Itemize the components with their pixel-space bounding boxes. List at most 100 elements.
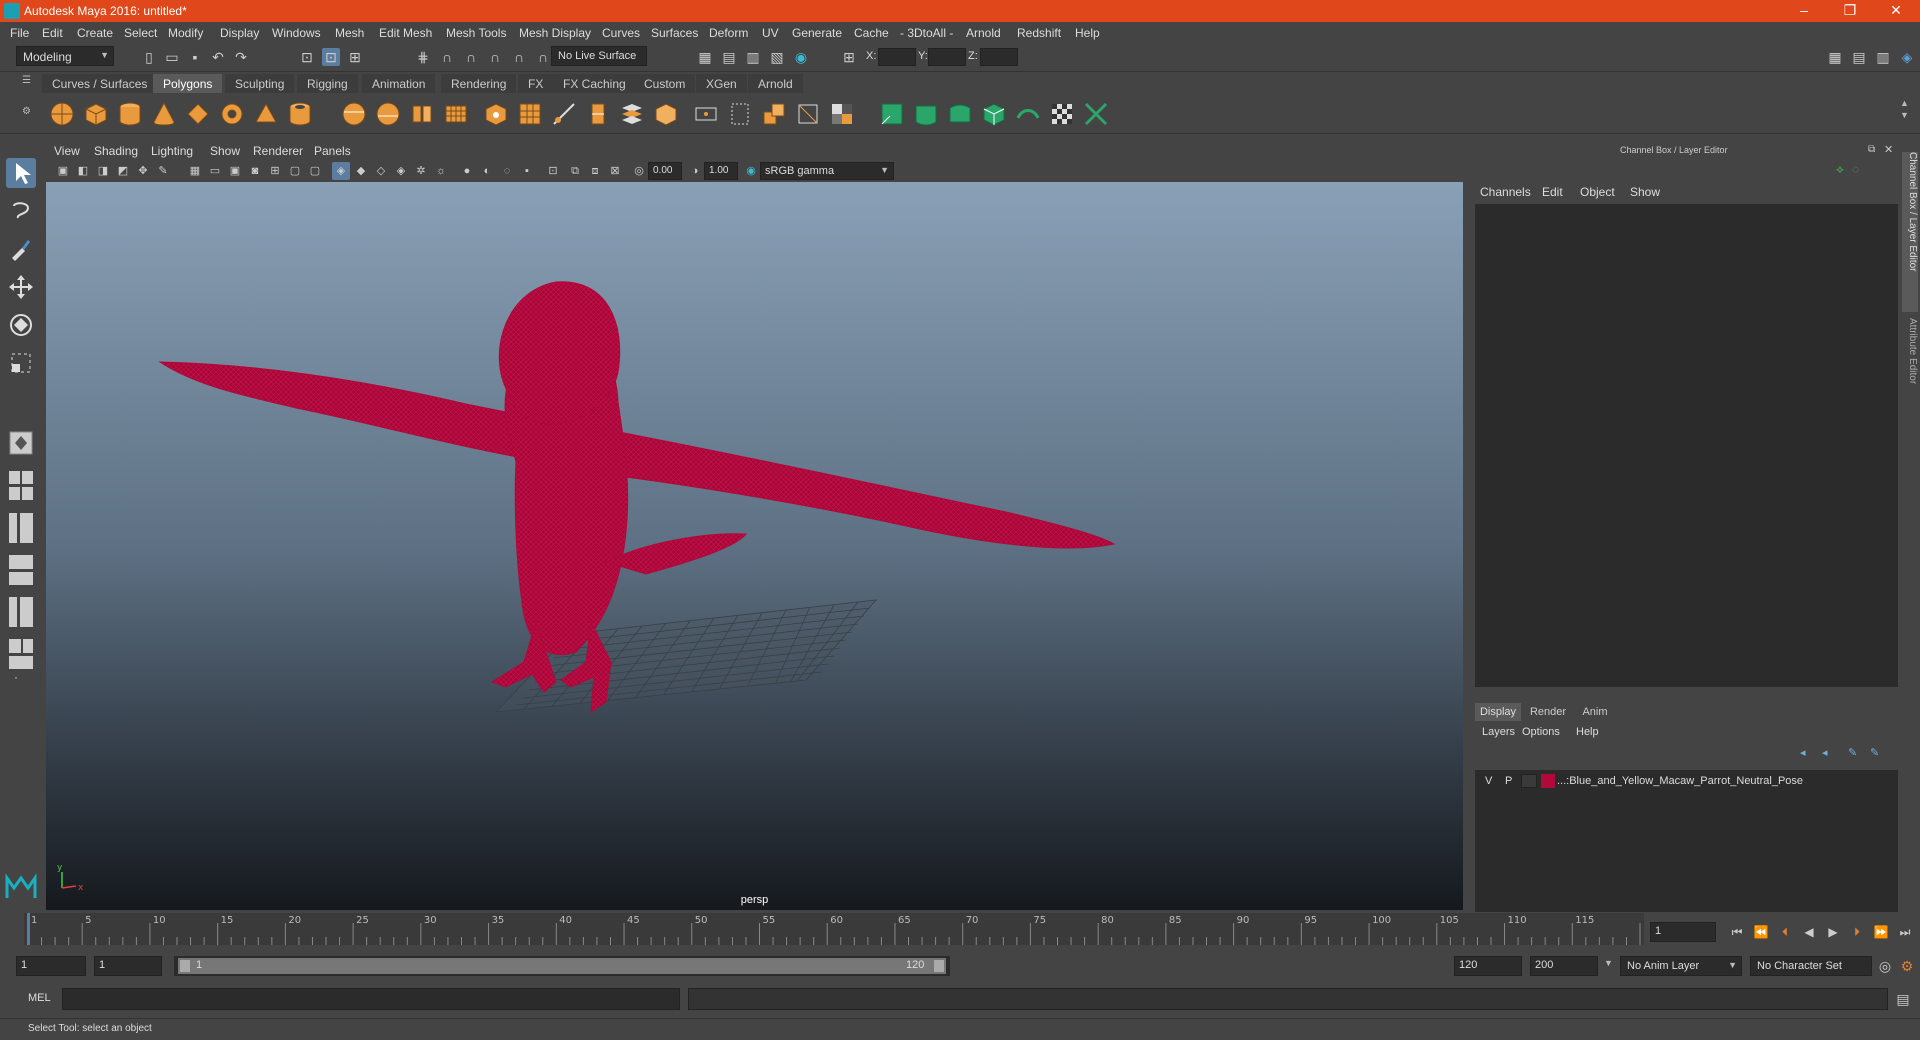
poly-pipe-icon[interactable] <box>286 100 314 128</box>
command-input[interactable] <box>62 988 680 1010</box>
wireframe-icon[interactable]: ◈ <box>332 162 350 180</box>
field-chart-icon[interactable]: ⊞ <box>266 162 284 180</box>
image-plane-icon[interactable]: ◩ <box>114 162 132 180</box>
poly-cylinder-icon[interactable] <box>116 100 144 128</box>
poly-merge-icon[interactable] <box>652 100 680 128</box>
wireframe-on-shaded-icon[interactable]: ◈ <box>392 162 410 180</box>
textured-icon[interactable]: ✲ <box>412 162 430 180</box>
snap-grid-icon[interactable]: ⋕ <box>414 48 432 66</box>
move-layer-down-icon[interactable]: ◂ <box>1822 746 1828 759</box>
single-perspective-layout-icon[interactable] <box>6 428 36 458</box>
tab-anim[interactable]: Anim <box>1575 703 1615 721</box>
select-object-icon[interactable]: ⊡ <box>322 48 340 66</box>
lasso-tool-icon[interactable] <box>6 196 36 226</box>
live-surface-field[interactable]: No Live Surface <box>551 46 647 66</box>
select-tool-icon[interactable] <box>6 158 36 188</box>
motion-blur-icon[interactable]: ◌ <box>498 162 516 180</box>
persp-outliner-layout-icon[interactable] <box>6 510 36 546</box>
menu-panels[interactable]: Panels <box>314 144 351 158</box>
film-gate-icon[interactable]: ▭ <box>206 162 224 180</box>
poly-torus-icon[interactable] <box>218 100 246 128</box>
isolate-select-icon[interactable]: ⊡ <box>544 162 562 180</box>
shelf-options-icon[interactable]: ⚙ <box>22 106 31 117</box>
view-transform-dropdown[interactable]: sRGB gamma ▼ <box>760 162 894 180</box>
anti-aliasing-icon[interactable]: ▪ <box>518 162 536 180</box>
tab-animation[interactable]: Animation <box>362 74 436 93</box>
menu-view[interactable]: View <box>54 144 80 158</box>
current-frame-field[interactable]: 1 <box>1650 922 1716 942</box>
menu-mesh-tools[interactable]: Mesh Tools <box>446 26 506 40</box>
manipulator-icon[interactable]: ⟡ <box>1836 162 1844 177</box>
smooth-shade-icon[interactable]: ◆ <box>352 162 370 180</box>
range-handle[interactable]: 1 120 <box>178 958 946 974</box>
tab-render[interactable]: Render <box>1525 703 1571 721</box>
menu-file[interactable]: File <box>10 26 29 40</box>
combine-icon[interactable] <box>340 100 368 128</box>
snap-view-plane-icon[interactable]: ∩ <box>486 48 504 66</box>
speed-icon[interactable]: ◌ <box>1852 162 1859 176</box>
shadows-icon[interactable]: ● <box>458 162 476 180</box>
anim-layer-dropdown[interactable]: No Anim Layer ▼ <box>1620 956 1742 976</box>
attribute-editor-toggle-icon[interactable]: ▤ <box>1850 48 1868 66</box>
target-weld-icon[interactable] <box>692 100 720 128</box>
perspective-viewport[interactable]: y x persp <box>46 182 1463 910</box>
channel-edit-menu[interactable]: Edit <box>1542 185 1563 199</box>
2d-pan-zoom-icon[interactable]: ✥ <box>134 162 152 180</box>
rotate-tool-icon[interactable] <box>6 310 36 340</box>
layer-playback-toggle[interactable]: P <box>1505 775 1512 787</box>
new-layer-icon[interactable]: ✎ <box>1848 746 1857 759</box>
x-field[interactable] <box>878 48 916 66</box>
channel-show-menu[interactable]: Show <box>1630 185 1660 199</box>
animation-end-field[interactable]: 200 <box>1530 956 1598 976</box>
tab-attribute-editor[interactable]: Attribute Editor <box>1902 318 1918 438</box>
layer-help-menu[interactable]: Help <box>1576 726 1599 738</box>
tab-channel-box[interactable]: Channel Box / Layer Editor <box>1902 152 1918 312</box>
menu-mesh[interactable]: Mesh <box>335 26 364 40</box>
layers-menu[interactable]: Layers <box>1482 726 1515 738</box>
menu-lighting[interactable]: Lighting <box>151 144 193 158</box>
go-to-end-icon[interactable]: ⏭ <box>1896 923 1914 941</box>
menu-help[interactable]: Help <box>1075 26 1100 40</box>
channel-box-toggle-icon[interactable]: ◈ <box>1898 48 1916 66</box>
transform-absolute-icon[interactable]: ⊞ <box>840 48 858 66</box>
channel-box-area[interactable] <box>1475 204 1898 687</box>
render-settings-icon[interactable]: ▧ <box>768 48 786 66</box>
new-scene-icon[interactable]: ▯ <box>140 48 158 66</box>
tab-fx[interactable]: FX <box>518 74 554 93</box>
exposure-icon[interactable]: ◎ <box>630 162 648 180</box>
paint-select-tool-icon[interactable] <box>6 234 36 264</box>
time-ruler[interactable]: 1 5 10 15 20 25 30 35 40 45 50 55 60 65 70 75 80 85 90 95 10… <box>24 913 1662 945</box>
menu-generate[interactable]: Generate <box>792 26 842 40</box>
close-button[interactable]: ✕ <box>1876 2 1916 19</box>
gamma-field[interactable]: 1.00 <box>704 162 738 180</box>
step-forward-icon[interactable]: ⏩ <box>1872 923 1890 941</box>
layer-name[interactable]: ...:Blue_and_Yellow_Macaw_Parrot_Neutral… <box>1557 775 1803 787</box>
hypershade-layout-icon[interactable] <box>6 594 36 630</box>
layer-color-swatch[interactable] <box>1541 774 1555 788</box>
float-panel-icon[interactable]: ⧉ <box>1868 144 1875 155</box>
playback-end-field[interactable]: 120 <box>1454 956 1522 976</box>
tab-sculpting[interactable]: Sculpting <box>225 74 295 93</box>
menu-curves[interactable]: Curves <box>602 26 640 40</box>
default-material-icon[interactable]: ◇ <box>372 162 390 180</box>
menu-redshift[interactable]: Redshift <box>1017 26 1061 40</box>
grid-icon[interactable]: ▦ <box>186 162 204 180</box>
new-layer-selected-icon[interactable]: ✎ <box>1870 746 1879 759</box>
camera-select-icon[interactable]: ▣ <box>54 162 72 180</box>
redo-icon[interactable]: ↷ <box>232 48 250 66</box>
bevel-icon[interactable] <box>550 100 578 128</box>
extrude-icon[interactable] <box>482 100 510 128</box>
tab-xgen[interactable]: XGen <box>696 74 747 93</box>
mode-dropdown[interactable]: Modeling ▼ <box>16 46 114 66</box>
hypershade-icon[interactable]: ◉ <box>792 48 810 66</box>
poly-sphere-icon[interactable] <box>48 100 76 128</box>
four-view-layout-icon[interactable] <box>6 468 36 504</box>
layer-row[interactable]: V P ...:Blue_and_Yellow_Macaw_Parrot_Neu… <box>1475 772 1898 790</box>
layer-visibility-toggle[interactable]: V <box>1485 775 1492 787</box>
safe-title-icon[interactable]: ▢ <box>306 162 324 180</box>
channel-object-menu[interactable]: Object <box>1580 185 1615 199</box>
smooth-icon[interactable] <box>442 100 470 128</box>
render-view-icon[interactable]: ▦ <box>696 48 714 66</box>
select-hierarchy-icon[interactable]: ⊡ <box>298 48 316 66</box>
menu-shading[interactable]: Shading <box>94 144 138 158</box>
